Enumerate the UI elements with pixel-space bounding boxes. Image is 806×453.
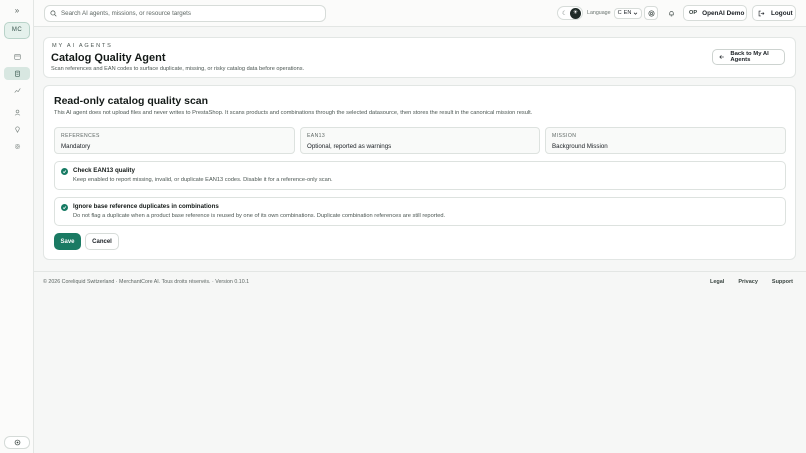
user-menu[interactable]: OP OpenAI Demo bbox=[683, 5, 747, 21]
sun-icon: ☀ bbox=[570, 8, 581, 19]
language-selector: Language C EN bbox=[587, 6, 643, 20]
option-check-ean13[interactable]: Check EAN13 quality Keep enabled to repo… bbox=[54, 161, 786, 190]
footer-links: Legal Privacy Support bbox=[710, 279, 793, 285]
option-ignore-base-duplicates[interactable]: Ignore base reference duplicates in comb… bbox=[54, 197, 786, 226]
user-initials: OP bbox=[689, 10, 698, 16]
footer-link-support[interactable]: Support bbox=[772, 279, 793, 285]
search-icon bbox=[50, 10, 57, 17]
org-badge[interactable]: MC bbox=[4, 22, 30, 39]
field-value: Optional, reported as warnings bbox=[307, 143, 392, 150]
option-description: Keep enabled to report missing, invalid,… bbox=[73, 177, 333, 183]
logout-icon bbox=[758, 10, 765, 16]
cancel-button[interactable]: Cancel bbox=[85, 233, 119, 250]
footer-link-privacy[interactable]: Privacy bbox=[738, 279, 758, 285]
footer-link-legal[interactable]: Legal bbox=[710, 279, 724, 285]
gear-icon[interactable] bbox=[4, 140, 30, 153]
page-subtitle: Scan references and EAN codes to surface… bbox=[51, 66, 305, 72]
language-value: EN bbox=[623, 10, 632, 16]
option-title: Check EAN13 quality bbox=[73, 167, 135, 174]
field-references: REFERENCES Mandatory bbox=[54, 127, 295, 154]
field-mission: MISSION Background Mission bbox=[545, 127, 786, 154]
globe-button[interactable] bbox=[644, 6, 658, 20]
field-value: Mandatory bbox=[61, 143, 91, 150]
moon-icon: ☾ bbox=[562, 11, 568, 17]
chart-icon[interactable] bbox=[4, 84, 30, 97]
arrow-left-icon bbox=[719, 55, 724, 59]
field-value: Background Mission bbox=[552, 143, 608, 150]
page-title: Catalog Quality Agent bbox=[51, 52, 166, 64]
save-button[interactable]: Save bbox=[54, 233, 81, 250]
logout-label: Logout bbox=[771, 9, 793, 17]
back-button-label: Back to My AI Agents bbox=[730, 51, 769, 63]
agent-header: MY AI AGENTS Catalog Quality Agent Scan … bbox=[43, 37, 796, 78]
settings-dial-icon[interactable] bbox=[4, 436, 30, 449]
sidebar: » MC bbox=[0, 0, 34, 453]
user-name: OpenAI Demo bbox=[702, 9, 745, 17]
footer-copyright: © 2026 Coreliquid Switzerland · Merchant… bbox=[43, 279, 250, 285]
pin-icon[interactable] bbox=[4, 123, 30, 136]
option-description: Do not flag a duplicate when a product b… bbox=[73, 213, 446, 219]
checkbox-checked-icon[interactable] bbox=[61, 204, 68, 211]
scan-title: Read-only catalog quality scan bbox=[54, 95, 209, 107]
language-select[interactable]: C EN bbox=[613, 7, 643, 19]
back-button[interactable]: Back to My AI Agents bbox=[712, 49, 785, 65]
field-key: REFERENCES bbox=[61, 133, 100, 139]
notifications-button[interactable] bbox=[664, 6, 678, 20]
footer-divider bbox=[34, 271, 806, 272]
field-key: EAN13 bbox=[307, 133, 326, 139]
bell-icon bbox=[668, 10, 674, 16]
calendar-icon[interactable] bbox=[4, 50, 30, 63]
eyebrow: MY AI AGENTS bbox=[52, 43, 113, 49]
search-input[interactable] bbox=[61, 10, 311, 17]
theme-toggle[interactable]: ☾ ☀ bbox=[557, 6, 583, 20]
scan-settings-card: Read-only catalog quality scan This AI a… bbox=[43, 85, 796, 260]
field-key: MISSION bbox=[552, 133, 577, 139]
search-box[interactable] bbox=[44, 5, 326, 22]
user-icon[interactable] bbox=[4, 106, 30, 119]
scan-intro: This AI agent does not upload files and … bbox=[54, 110, 533, 116]
double-chevron-right-icon[interactable]: » bbox=[11, 6, 23, 16]
checkbox-checked-icon[interactable] bbox=[61, 168, 68, 175]
globe-icon bbox=[648, 10, 654, 16]
top-bar: ☾ ☀ Language CEN OP OpenAI Demo Logout bbox=[34, 0, 806, 27]
logout-button[interactable]: Logout bbox=[752, 5, 796, 21]
chevron-down-icon bbox=[634, 12, 638, 15]
field-ean13: EAN13 Optional, reported as warnings bbox=[300, 127, 540, 154]
language-prefix: C bbox=[617, 10, 622, 16]
clipboard-icon[interactable] bbox=[4, 67, 30, 80]
option-title: Ignore base reference duplicates in comb… bbox=[73, 203, 219, 210]
language-label: Language bbox=[587, 10, 611, 16]
